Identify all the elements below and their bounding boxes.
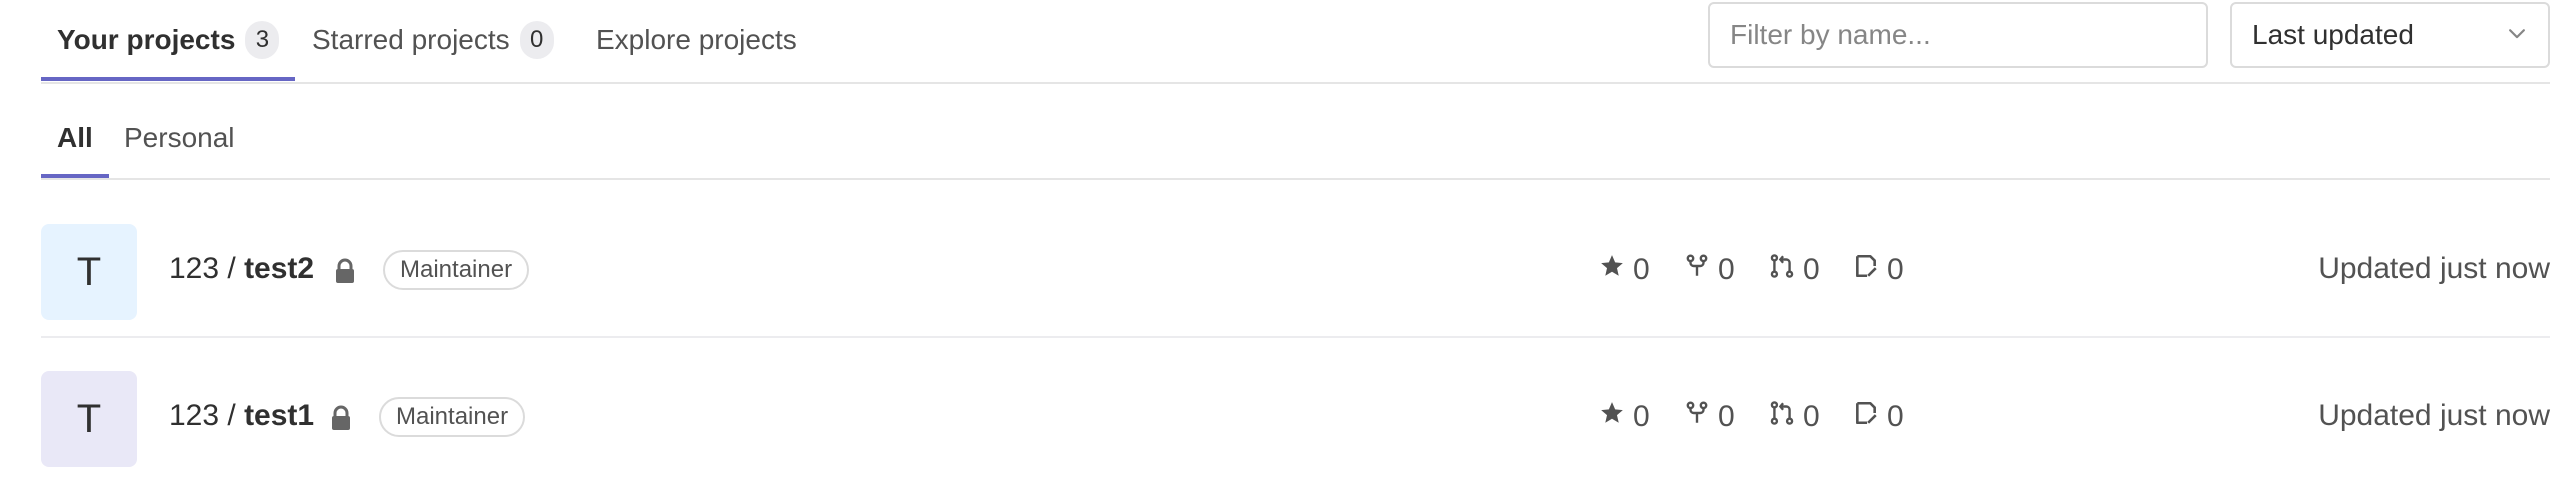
tab-starred-projects[interactable]: Starred projects 0 [312,0,554,80]
tab-your-projects[interactable]: Your projects 3 [57,0,280,80]
active-tab-indicator [41,77,295,81]
project-row: T 123 / test1 Maintainer 0 0 0 0 Updated… [41,337,2550,483]
star-icon [1599,253,1633,287]
subtab-personal[interactable]: Personal [124,100,235,176]
project-name-link[interactable]: 123 / test1 [169,399,314,433]
chevron-down-icon [2506,19,2528,51]
stars-count-value: 0 [1633,400,1650,433]
issues-count[interactable]: 0 [1853,252,1904,288]
issues-count[interactable]: 0 [1853,399,1904,435]
tab-explore-projects-label: Explore projects [596,24,797,55]
project-namespace: 123 / [169,252,245,285]
project-avatar[interactable]: T [41,371,137,467]
tab-starred-projects-label: Starred projects [312,24,510,55]
star-icon [1599,400,1633,434]
project-row: T 123 / test2 Maintainer 0 0 0 0 Updated… [41,190,2550,336]
forks-count[interactable]: 0 [1684,252,1735,288]
project-name: test1 [244,399,315,432]
role-badge: Maintainer [379,397,526,437]
sort-dropdown[interactable]: Last updated [2230,2,2550,68]
merge-requests-count[interactable]: 0 [1769,399,1820,435]
project-avatar[interactable]: T [41,224,137,320]
issues-count-value: 0 [1887,400,1904,433]
forks-count[interactable]: 0 [1684,399,1735,435]
merge-requests-count[interactable]: 0 [1769,252,1820,288]
sort-dropdown-value: Last updated [2252,19,2414,50]
subtab-all-label: All [57,122,93,153]
subtabs-divider [41,178,2550,180]
fork-icon [1684,253,1718,287]
merge-requests-count-value: 0 [1803,400,1820,433]
tabs-divider [41,82,2550,84]
stars-count[interactable]: 0 [1599,399,1650,435]
starred-projects-count-badge: 0 [519,21,554,59]
lock-icon [334,258,356,284]
tab-your-projects-label: Your projects [57,24,236,55]
issues-count-value: 0 [1887,253,1904,286]
issues-icon [1853,400,1887,434]
subtab-all[interactable]: All [57,100,93,176]
subtab-personal-label: Personal [124,122,235,153]
filter-by-name-input[interactable] [1708,2,2208,68]
project-namespace: 123 / [169,399,245,432]
updated-time: Updated just now [2318,399,2550,432]
merge-request-icon [1769,400,1803,434]
stars-count[interactable]: 0 [1599,252,1650,288]
role-badge: Maintainer [383,250,530,290]
your-projects-count-badge: 3 [245,21,280,59]
updated-time: Updated just now [2318,252,2550,285]
forks-count-value: 0 [1718,400,1735,433]
stars-count-value: 0 [1633,253,1650,286]
project-name: test2 [244,252,315,285]
issues-icon [1853,253,1887,287]
merge-request-icon [1769,253,1803,287]
project-name-link[interactable]: 123 / test2 [169,252,314,286]
tab-explore-projects[interactable]: Explore projects [596,0,797,80]
forks-count-value: 0 [1718,253,1735,286]
merge-requests-count-value: 0 [1803,253,1820,286]
lock-icon [330,405,352,431]
fork-icon [1684,400,1718,434]
